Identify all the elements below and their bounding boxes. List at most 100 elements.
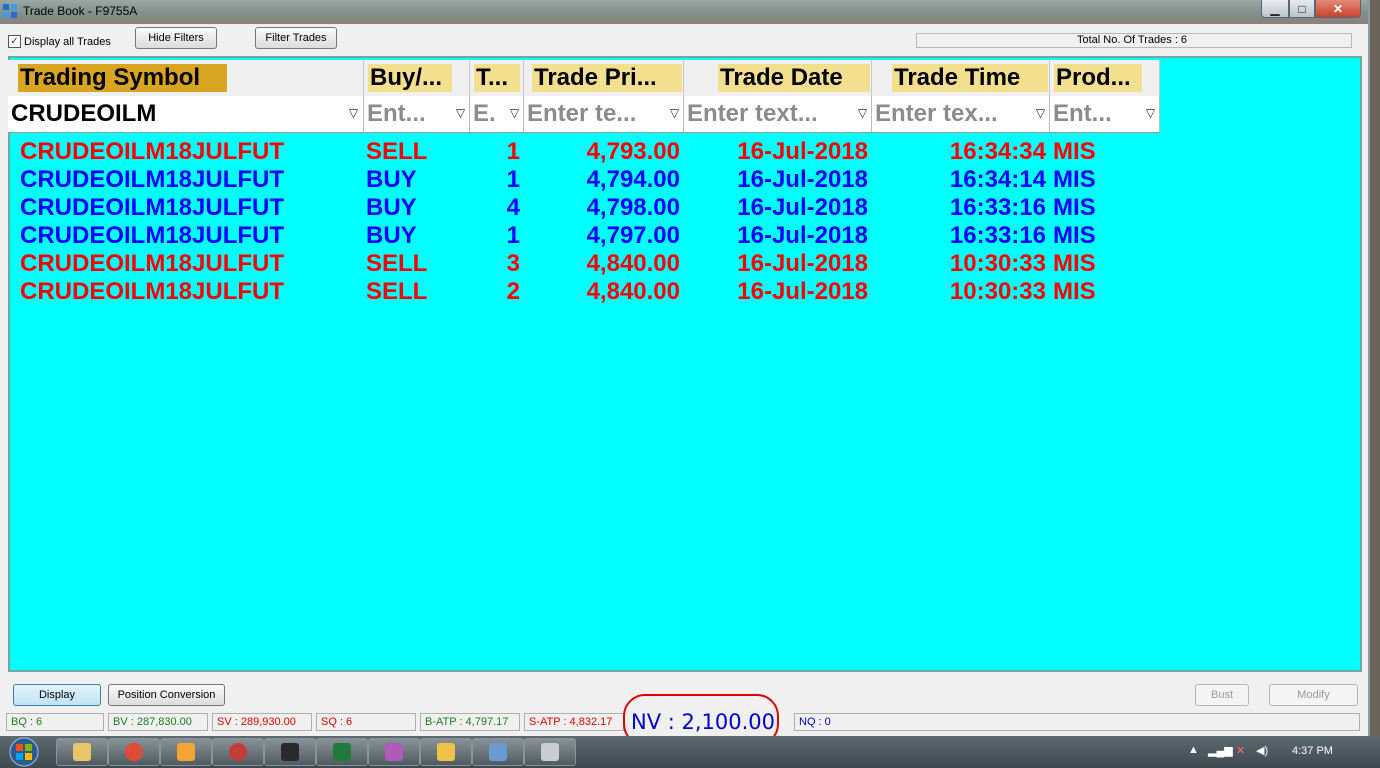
cell-price: 4,794.00 bbox=[586, 166, 680, 193]
app-icon-2[interactable] bbox=[368, 738, 420, 766]
filter-cell-date[interactable]: Enter text... ▽ bbox=[684, 96, 872, 132]
filter-funnel-icon[interactable]: ▽ bbox=[857, 107, 868, 120]
display-all-trades-label: Display all Trades bbox=[24, 35, 111, 48]
filter-funnel-icon[interactable]: ▽ bbox=[509, 107, 520, 120]
display-all-trades-checkbox[interactable]: ✓ Display all Trades bbox=[8, 35, 111, 48]
title-bar[interactable]: Trade Book - F9755A ▁ □ ✕ bbox=[0, 0, 1368, 24]
col-header-trading-symbol[interactable]: Trading Symbol bbox=[8, 60, 364, 96]
app-icon[interactable] bbox=[212, 738, 264, 766]
excel-icon[interactable] bbox=[316, 738, 368, 766]
col-header-label: Trade Pri... bbox=[532, 64, 682, 92]
minimize-button[interactable]: ▁ bbox=[1261, 0, 1289, 18]
filter-cell-qty[interactable]: E. ▽ bbox=[470, 96, 524, 132]
cell-qty: 3 bbox=[506, 250, 520, 277]
cell-symbol: CRUDEOILM18JULFUT bbox=[20, 166, 285, 193]
filter-funnel-icon[interactable]: ▽ bbox=[455, 107, 466, 120]
cell-symbol: CRUDEOILM18JULFUT bbox=[20, 194, 285, 221]
file-explorer-icon[interactable] bbox=[56, 738, 108, 766]
total-trades-box: Total No. Of Trades : 6 bbox=[916, 33, 1352, 48]
filter-input-price[interactable]: Enter te... bbox=[527, 100, 663, 128]
filter-funnel-icon[interactable]: ▽ bbox=[1035, 107, 1046, 120]
network-error-icon[interactable]: ✕ bbox=[1236, 744, 1245, 757]
filter-cell-product[interactable]: Ent... ▽ bbox=[1050, 96, 1160, 132]
cell-date: 16-Jul-2018 bbox=[737, 278, 868, 305]
filter-funnel-icon[interactable]: ▽ bbox=[348, 107, 359, 120]
signal-icon[interactable]: ▂▄▆ bbox=[1208, 744, 1233, 757]
filter-input-buy-sell[interactable]: Ent... bbox=[367, 100, 449, 128]
cell-time: 16:34:14 bbox=[949, 166, 1046, 193]
filter-cell-time[interactable]: Enter tex... ▽ bbox=[872, 96, 1050, 132]
modify-button[interactable]: Modify bbox=[1269, 684, 1358, 706]
table-row[interactable]: CRUDEOILM18JULFUT SELL 2 4,840.00 16-Jul… bbox=[8, 278, 1160, 306]
start-button[interactable] bbox=[2, 736, 46, 768]
col-header-label: Trading Symbol bbox=[18, 64, 227, 92]
col-header-trade-time[interactable]: Trade Time bbox=[872, 60, 1050, 96]
clock[interactable]: 4:37 PM bbox=[1292, 745, 1333, 757]
maximize-button[interactable]: □ bbox=[1289, 0, 1315, 18]
filter-cell-price[interactable]: Enter te... ▽ bbox=[524, 96, 684, 132]
filter-input-symbol[interactable]: CRUDEOILM bbox=[11, 100, 336, 128]
cell-price: 4,798.00 bbox=[586, 194, 680, 221]
col-header-trade-price[interactable]: Trade Pri... bbox=[524, 60, 684, 96]
cell-date: 16-Jul-2018 bbox=[737, 138, 868, 165]
cell-date: 16-Jul-2018 bbox=[737, 166, 868, 193]
folder-icon[interactable] bbox=[420, 738, 472, 766]
filter-funnel-icon[interactable]: ▽ bbox=[669, 107, 680, 120]
media-player-icon[interactable] bbox=[160, 738, 212, 766]
status-nq: NQ : 0 bbox=[794, 713, 1360, 731]
col-header-label: Trade Time bbox=[892, 64, 1048, 92]
table-row[interactable]: CRUDEOILM18JULFUT BUY 1 4,797.00 16-Jul-… bbox=[8, 222, 1160, 250]
table-row[interactable]: CRUDEOILM18JULFUT SELL 1 4,793.00 16-Jul… bbox=[8, 138, 1160, 166]
volume-icon[interactable]: ◀) bbox=[1256, 744, 1268, 757]
window-icon[interactable] bbox=[472, 738, 524, 766]
filter-cell-buy-sell[interactable]: Ent... ▽ bbox=[364, 96, 470, 132]
trading-terminal-icon[interactable] bbox=[264, 738, 316, 766]
cell-date: 16-Jul-2018 bbox=[737, 222, 868, 249]
display-button[interactable]: Display bbox=[13, 684, 101, 706]
col-header-label: T... bbox=[474, 64, 520, 92]
hide-filters-button[interactable]: Hide Filters bbox=[135, 27, 217, 49]
show-hidden-icons-icon[interactable]: ▲ bbox=[1188, 744, 1199, 756]
cell-symbol: CRUDEOILM18JULFUT bbox=[20, 222, 285, 249]
filter-trades-button[interactable]: Filter Trades bbox=[255, 27, 337, 49]
cell-product: MIS bbox=[1053, 250, 1096, 277]
table-row[interactable]: CRUDEOILM18JULFUT BUY 1 4,794.00 16-Jul-… bbox=[8, 166, 1160, 194]
total-trades-label: Total No. Of Trades : 6 bbox=[1077, 34, 1188, 46]
col-header-trade-qty[interactable]: T... bbox=[470, 60, 524, 96]
window-title: Trade Book - F9755A bbox=[23, 4, 138, 18]
col-header-buy-sell[interactable]: Buy/... bbox=[364, 60, 470, 96]
cell-qty: 1 bbox=[506, 166, 520, 193]
col-header-label: Prod... bbox=[1054, 64, 1142, 92]
col-header-product[interactable]: Prod... bbox=[1050, 60, 1160, 96]
taskbar: ▲ ▂▄▆ ✕ ◀) 4:37 PM bbox=[0, 736, 1380, 768]
filter-input-qty[interactable]: E. bbox=[473, 100, 503, 128]
status-bq: BQ : 6 bbox=[6, 713, 104, 731]
checkbox-checked-icon[interactable]: ✓ bbox=[8, 35, 21, 48]
grid-filter-row: CRUDEOILM ▽ Ent... ▽ E. ▽ Enter te... ▽ … bbox=[8, 96, 1160, 133]
col-header-trade-date[interactable]: Trade Date bbox=[684, 60, 872, 96]
cell-time: 10:30:33 bbox=[949, 278, 1046, 305]
filter-funnel-icon[interactable]: ▽ bbox=[1145, 107, 1156, 120]
chrome-icon[interactable] bbox=[108, 738, 160, 766]
filter-input-time[interactable]: Enter tex... bbox=[875, 100, 1029, 128]
cell-time: 16:33:16 bbox=[949, 194, 1046, 221]
filter-input-product[interactable]: Ent... bbox=[1053, 100, 1139, 128]
status-sv: SV : 289,930.00 bbox=[212, 713, 312, 731]
cell-date: 16-Jul-2018 bbox=[737, 250, 868, 277]
bust-button[interactable]: Bust bbox=[1195, 684, 1249, 706]
cell-side: SELL bbox=[366, 138, 428, 165]
close-button[interactable]: ✕ bbox=[1315, 0, 1361, 18]
calculator-icon[interactable] bbox=[524, 738, 576, 766]
filter-input-date[interactable]: Enter text... bbox=[687, 100, 851, 128]
filter-cell-symbol[interactable]: CRUDEOILM ▽ bbox=[8, 96, 364, 132]
status-satp: S-ATP : 4,832.17 bbox=[524, 713, 624, 731]
position-conversion-button[interactable]: Position Conversion bbox=[108, 684, 225, 706]
cell-symbol: CRUDEOILM18JULFUT bbox=[20, 278, 285, 305]
cell-side: BUY bbox=[366, 194, 417, 221]
cell-product: MIS bbox=[1053, 194, 1096, 221]
cell-side: BUY bbox=[366, 166, 417, 193]
cell-price: 4,840.00 bbox=[586, 278, 680, 305]
table-row[interactable]: CRUDEOILM18JULFUT BUY 4 4,798.00 16-Jul-… bbox=[8, 194, 1160, 222]
cell-time: 16:33:16 bbox=[949, 222, 1046, 249]
table-row[interactable]: CRUDEOILM18JULFUT SELL 3 4,840.00 16-Jul… bbox=[8, 250, 1160, 278]
